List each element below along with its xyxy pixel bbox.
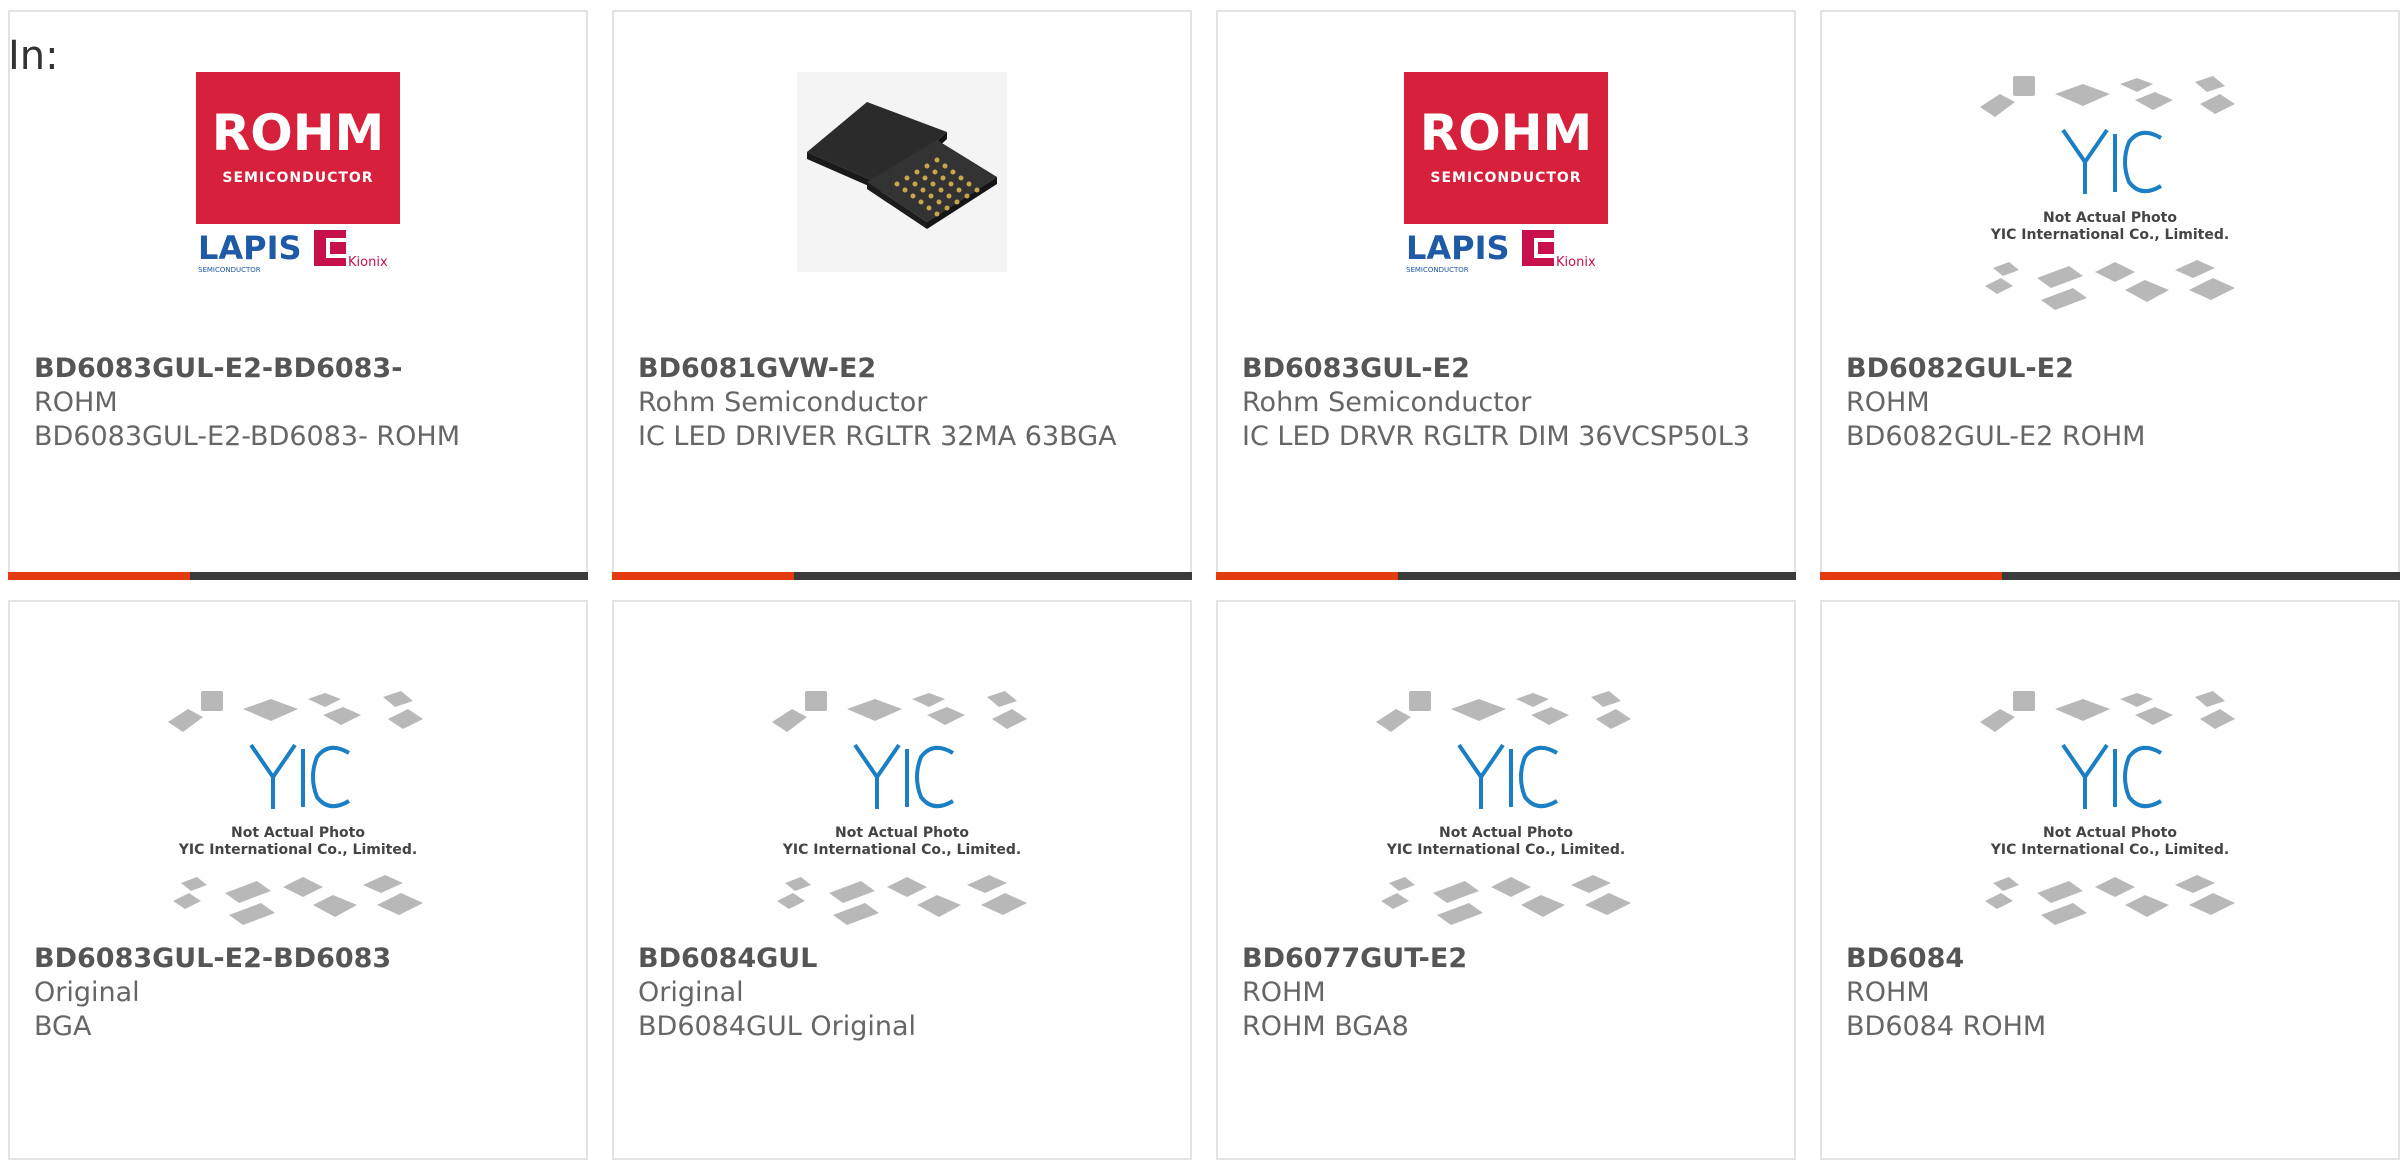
product-card[interactable]: Not Actual Photo YIC International Co., … xyxy=(8,600,588,1160)
placeholder-line1: Not Actual Photo xyxy=(231,825,365,841)
product-info: BD6082GUL-E2 ROHM BD6082GUL-E2 ROHM xyxy=(1846,352,2382,454)
yic-placeholder-icon: Not Actual Photo YIC International Co., … xyxy=(168,691,423,925)
product-info: BD6077GUT-E2 ROHM ROHM BGA8 xyxy=(1242,942,1778,1044)
page-label: In: xyxy=(8,33,59,79)
manufacturer: ROHM xyxy=(34,387,118,418)
kionix-logo-text: Kionix xyxy=(348,255,388,270)
manufacturer: ROHM xyxy=(1242,977,1326,1008)
part-number-link[interactable]: BD6081GVW-E2 xyxy=(638,352,1174,386)
product-card[interactable]: BD6081GVW-E2 Rohm Semiconductor IC LED DRI… xyxy=(612,10,1192,580)
yic-placeholder-icon: Not Actual Photo YIC International Co., … xyxy=(1376,691,1631,925)
lapis-logo-text: LAPIS xyxy=(1406,229,1510,267)
product-card[interactable]: ROHM SEMICONDUCTOR LAPIS SEMICONDUCTOR K… xyxy=(8,10,588,580)
placeholder-line1: Not Actual Photo xyxy=(835,825,969,841)
card-accent-bar xyxy=(612,572,794,580)
card-bottom-bar xyxy=(612,572,1192,580)
manufacturer: ROHM xyxy=(1846,387,1930,418)
product-info: BD6083GUL-E2 Rohm Semiconductor IC LED DRV… xyxy=(1242,352,1778,454)
part-number-link[interactable]: BD6084GUL xyxy=(638,942,1174,976)
part-number-link[interactable]: BD6077GUT-E2 xyxy=(1242,942,1778,976)
card-accent-bar xyxy=(1216,572,1398,580)
product-image[interactable]: Not Actual Photo YIC International Co., … xyxy=(1822,72,2398,312)
product-image[interactable]: Not Actual Photo YIC International Co., … xyxy=(1822,687,2398,927)
yic-placeholder-icon: Not Actual Photo YIC International Co., … xyxy=(1980,691,2235,925)
card-bottom-bar xyxy=(1820,572,2400,580)
product-info: BD6084GUL Original BD6084GUL Original xyxy=(638,942,1174,1044)
part-number-link[interactable]: BD6083GUL-E2-BD6083- xyxy=(34,352,570,386)
manufacturer: ROHM xyxy=(1846,977,1930,1008)
part-number-link[interactable]: BD6083GUL-E2 xyxy=(1242,352,1778,386)
description: IC LED DRIVER RGLTR 32MA 63BGA xyxy=(638,421,1117,452)
rohm-lapis-logo-icon: ROHM SEMICONDUCTOR LAPIS SEMICONDUCTOR K… xyxy=(196,72,400,274)
product-card[interactable]: Not Actual Photo YIC International Co., … xyxy=(1820,600,2400,1160)
description: BD6082GUL-E2 ROHM xyxy=(1846,421,2146,452)
yic-placeholder-icon: Not Actual Photo YIC International Co., … xyxy=(1980,76,2235,310)
part-number-link[interactable]: BD6082GUL-E2 xyxy=(1846,352,2382,386)
bga-chip-icon xyxy=(797,72,1007,272)
product-card[interactable]: Not Actual Photo YIC International Co., … xyxy=(1216,600,1796,1160)
placeholder-line2: YIC International Co., Limited. xyxy=(1990,227,2229,243)
product-image[interactable]: ROHM SEMICONDUCTOR LAPIS SEMICONDUCTOR K… xyxy=(10,72,586,312)
product-info: BD6083GUL-E2-BD6083- ROHM BD6083GUL-E2-BD6… xyxy=(34,352,570,454)
description: BD6083GUL-E2-BD6083- ROHM xyxy=(34,421,461,452)
yic-placeholder-icon: Not Actual Photo YIC International Co., … xyxy=(772,691,1027,925)
part-number-link[interactable]: BD6084 xyxy=(1846,942,2382,976)
placeholder-line2: YIC International Co., Limited. xyxy=(1386,842,1625,858)
placeholder-line2: YIC International Co., Limited. xyxy=(782,842,1021,858)
product-card[interactable]: Not Actual Photo YIC International Co., … xyxy=(612,600,1192,1160)
description: IC LED DRVR RGLTR DIM 36VCSP50L3 xyxy=(1242,421,1750,452)
semiconductor-logo-text: SEMICONDUCTOR xyxy=(222,170,373,186)
product-image[interactable] xyxy=(614,72,1190,312)
product-image[interactable]: Not Actual Photo YIC International Co., … xyxy=(1218,687,1794,927)
placeholder-line2: YIC International Co., Limited. xyxy=(1990,842,2229,858)
manufacturer: Rohm Semiconductor xyxy=(638,387,928,418)
product-card[interactable]: ROHM SEMICONDUCTOR LAPIS SEMICONDUCTOR K… xyxy=(1216,10,1796,580)
placeholder-line1: Not Actual Photo xyxy=(2043,210,2177,226)
product-image[interactable]: ROHM SEMICONDUCTOR LAPIS SEMICONDUCTOR K… xyxy=(1218,72,1794,312)
product-info: BD6081GVW-E2 Rohm Semiconductor IC LED DRI… xyxy=(638,352,1174,454)
rohm-lapis-logo-icon: ROHM SEMICONDUCTOR LAPIS SEMICONDUCTOR K… xyxy=(1404,72,1608,274)
card-accent-bar xyxy=(1820,572,2002,580)
placeholder-line1: Not Actual Photo xyxy=(1439,825,1573,841)
product-info: BD6083GUL-E2-BD6083 Original BGA xyxy=(34,942,570,1044)
description: ROHM BGA8 xyxy=(1242,1011,1409,1042)
placeholder-line2: YIC International Co., Limited. xyxy=(178,842,417,858)
card-accent-bar xyxy=(8,572,190,580)
rohm-logo-text: ROHM xyxy=(1420,104,1593,162)
rohm-logo-text: ROHM xyxy=(212,104,385,162)
card-bottom-bar xyxy=(8,572,588,580)
product-info: BD6084 ROHM BD6084 ROHM xyxy=(1846,942,2382,1044)
part-number-link[interactable]: BD6083GUL-E2-BD6083 xyxy=(34,942,570,976)
manufacturer: Original xyxy=(34,977,140,1008)
description: BD6084GUL Original xyxy=(638,1011,916,1042)
semiconductor-logo-text: SEMICONDUCTOR xyxy=(1430,170,1581,186)
product-card[interactable]: Not Actual Photo YIC International Co., … xyxy=(1820,10,2400,580)
product-image[interactable]: Not Actual Photo YIC International Co., … xyxy=(10,687,586,927)
placeholder-line1: Not Actual Photo xyxy=(2043,825,2177,841)
card-bottom-bar xyxy=(1216,572,1796,580)
description: BGA xyxy=(34,1011,92,1042)
manufacturer: Original xyxy=(638,977,744,1008)
lapis-sub-text: SEMICONDUCTOR xyxy=(1406,266,1469,274)
description: BD6084 ROHM xyxy=(1846,1011,2047,1042)
product-image[interactable]: Not Actual Photo YIC International Co., … xyxy=(614,687,1190,927)
lapis-sub-text: SEMICONDUCTOR xyxy=(198,266,261,274)
lapis-logo-text: LAPIS xyxy=(198,229,302,267)
manufacturer: Rohm Semiconductor xyxy=(1242,387,1532,418)
kionix-logo-text: Kionix xyxy=(1556,255,1596,270)
